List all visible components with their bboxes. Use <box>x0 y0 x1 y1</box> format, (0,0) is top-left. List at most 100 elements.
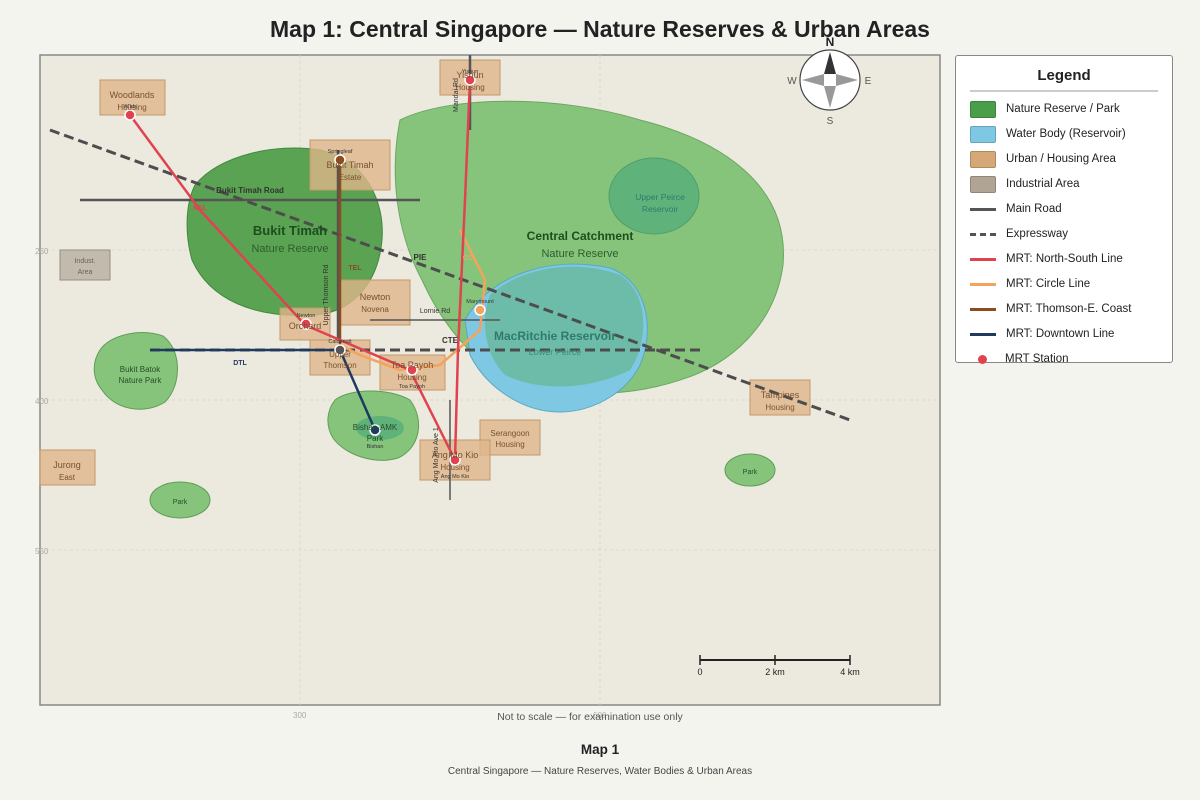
legend-label: Water Body (Reservoir) <box>1006 128 1126 140</box>
legend-station-dot <box>978 354 987 364</box>
compass-w: W <box>787 76 797 87</box>
label-bukit-timah-sub: Nature Reserve <box>251 243 328 255</box>
map-subcaption: Central Singapore — Nature Reserves, Wat… <box>447 766 753 777</box>
label-stn-newton: Newton <box>297 313 316 319</box>
label-ang-mo-kio-2: Housing <box>440 463 469 472</box>
label-bukit-timah-road: Bukit Timah Road <box>216 186 284 195</box>
legend-label: MRT: Downtown Line <box>1006 328 1115 340</box>
label-central-catchment-title: Central Catchment <box>527 229 634 243</box>
legend-label: Main Road <box>1006 203 1062 215</box>
scale-tick-0: 0 <box>697 667 702 677</box>
label-stn-marymount: Marymount <box>466 299 494 305</box>
label-newton-2: Novena <box>361 305 389 314</box>
legend-label: Nature Reserve / Park <box>1006 103 1120 115</box>
lower-peirce-area <box>485 266 644 387</box>
label-stn-toa-payoh: Toa Payoh <box>399 384 425 390</box>
label-upper-thomson-rd: Upper Thomson Rd <box>323 264 330 325</box>
label-dtl: DTL <box>233 360 247 367</box>
label-stn-amk: Ang Mo Kio <box>441 474 469 480</box>
label-bishan-1: Bishan-AMK <box>353 423 398 432</box>
legend-label: Expressway <box>1006 228 1068 240</box>
label-indust-2: Area <box>78 269 93 276</box>
label-tampines-2: Housing <box>765 403 794 412</box>
compass-s: S <box>827 116 834 127</box>
legend-item: MRT Station <box>970 349 1069 369</box>
map-caption: Map 1 <box>580 742 620 757</box>
label-tel: TEL <box>348 265 362 272</box>
label-central-catchment-sub: Nature Reserve <box>541 248 618 260</box>
label-bt-estate-1: Bukit Timah <box>326 160 373 170</box>
legend-item: MRT: Circle Line <box>970 274 1090 294</box>
scale-tick-2km: 2 km <box>765 667 785 677</box>
label-mandai-rd: Mandai Rd <box>453 78 460 112</box>
legend-item: Industrial Area <box>970 174 1080 194</box>
label-pie: PIE <box>414 253 428 262</box>
label-macritchie-title: MacRitchie Reservoir <box>494 329 616 343</box>
footnote: Not to scale — for examination use only <box>497 711 683 723</box>
label-jurong-2: East <box>59 473 76 482</box>
label-lornie-rd: Lornie Rd <box>420 308 450 315</box>
label-indust-1: Indust. <box>74 258 95 265</box>
legend-label: MRT Station <box>1005 353 1069 365</box>
scale-tick-4km: 4 km <box>840 667 860 677</box>
label-cte: CTE <box>442 336 459 345</box>
label-serangoon-1: Serangoon <box>490 429 529 438</box>
label-orchard: Orchard <box>289 321 322 331</box>
label-toa-payoh-2: Housing <box>397 373 426 382</box>
legend-item: Nature Reserve / Park <box>970 99 1120 119</box>
label-nsl: NSL <box>193 205 208 212</box>
label-amk-ave: Ang Mo Kio Ave 1 <box>433 427 440 483</box>
legend-label: MRT: Circle Line <box>1006 278 1091 290</box>
legend-swatch <box>970 175 996 193</box>
compass-n: N <box>826 35 835 49</box>
legend-line <box>970 257 996 261</box>
legend-line <box>970 207 996 211</box>
label-stn-bishan: Bishan <box>367 444 384 450</box>
label-upper-peirce-2: Reservoir <box>642 204 679 214</box>
grid-label-550: 550 <box>35 547 49 556</box>
label-bishan-2: Park <box>367 434 384 443</box>
label-bukit-batok-1: Bukit Batok <box>120 365 161 374</box>
label-stn-yishun: Yishun <box>462 69 479 75</box>
legend-item: MRT: Thomson-E. Coast <box>970 299 1131 319</box>
compass-e: E <box>865 76 872 87</box>
newton-novena[interactable] <box>339 279 411 326</box>
legend-panel: Legend Nature Reserve / Park Water Body (… <box>955 55 1173 365</box>
label-stn-caldecott: Caldecott <box>328 339 352 345</box>
legend-item: MRT: Downtown Line <box>970 324 1114 344</box>
label-upper-thomson-1: Upper <box>329 350 351 359</box>
label-upper-thomson-2: Thomson <box>323 361 356 370</box>
label-jurong-1: Jurong <box>53 460 81 470</box>
label-bukit-timah-title: Bukit Timah <box>253 223 327 238</box>
label-tampines-1: Tampines <box>761 390 800 400</box>
label-bt-estate-2: Estate <box>339 173 362 182</box>
label-park-east: Park <box>743 469 758 476</box>
label-park-west: Park <box>173 499 188 506</box>
legend-line <box>970 307 996 311</box>
label-toa-payoh-1: Toa Payoh <box>391 360 434 370</box>
grid-label-400: 400 <box>35 397 49 406</box>
legend-swatch <box>970 100 996 118</box>
legend-swatch <box>970 150 996 168</box>
legend-item: MRT: North-South Line <box>970 249 1123 269</box>
legend-line <box>970 282 996 286</box>
legend-item: Urban / Housing Area <box>970 149 1116 169</box>
label-upper-peirce-1: Upper Peirce <box>635 192 685 202</box>
label-newton-1: Newton <box>360 292 391 302</box>
label-bukit-batok-2: Nature Park <box>119 376 163 385</box>
legend-label: Urban / Housing Area <box>1006 153 1116 165</box>
legend-item: Water Body (Reservoir) <box>970 124 1126 144</box>
grid-label-250: 250 <box>35 247 49 256</box>
label-macritchie-sub: Lower Peirce <box>529 347 582 357</box>
legend-swatch <box>970 125 996 143</box>
legend-dashed-line <box>970 232 996 236</box>
legend-item: Main Road <box>970 199 1062 219</box>
label-woodlands-1: Woodlands <box>110 90 155 100</box>
legend-label: MRT: North-South Line <box>1006 253 1123 265</box>
legend-label: MRT: Thomson-E. Coast <box>1006 303 1132 315</box>
legend-line <box>970 332 996 336</box>
label-stn-woodlands: W'lds <box>123 104 137 110</box>
legend-label: Industrial Area <box>1006 178 1080 190</box>
label-ccl: CCL <box>463 255 478 262</box>
station-marymount[interactable] <box>474 304 486 316</box>
